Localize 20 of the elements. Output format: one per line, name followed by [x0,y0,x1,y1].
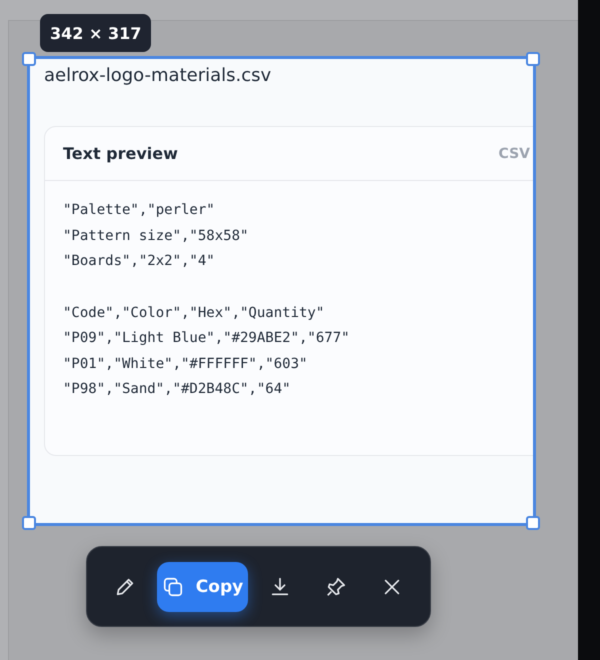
code-line: "Pattern size","58x58" [63,226,250,246]
resize-handle[interactable] [22,516,36,530]
code-line: "Boards","2x2","4" [63,252,216,271]
copy-icon [162,576,184,598]
format-label: CSV [498,146,530,162]
selection-frame[interactable] [27,56,536,526]
code-line: "P01","White","#FFFFFF","603" [63,354,308,374]
code-line: "P09","Light Blue","#29ABE2","677" [63,329,351,348]
code-line: "Palette","perler" [63,201,216,220]
code-line: "Code","Color","Hex","Quantity" [63,304,326,322]
resize-handle[interactable] [22,52,36,66]
resize-handle[interactable] [526,52,540,66]
size-badge: 342 × 317 [40,14,152,52]
file-title: aelrox-logo-materials.csv [43,64,272,86]
preview-title: Text preview [63,144,178,163]
pin-icon [325,576,347,598]
code-line: "P98","Sand","#D2B48C","64" [63,380,292,399]
download-icon [269,576,291,598]
resize-handle[interactable] [526,516,540,530]
copy-button[interactable]: Copy [157,562,248,612]
